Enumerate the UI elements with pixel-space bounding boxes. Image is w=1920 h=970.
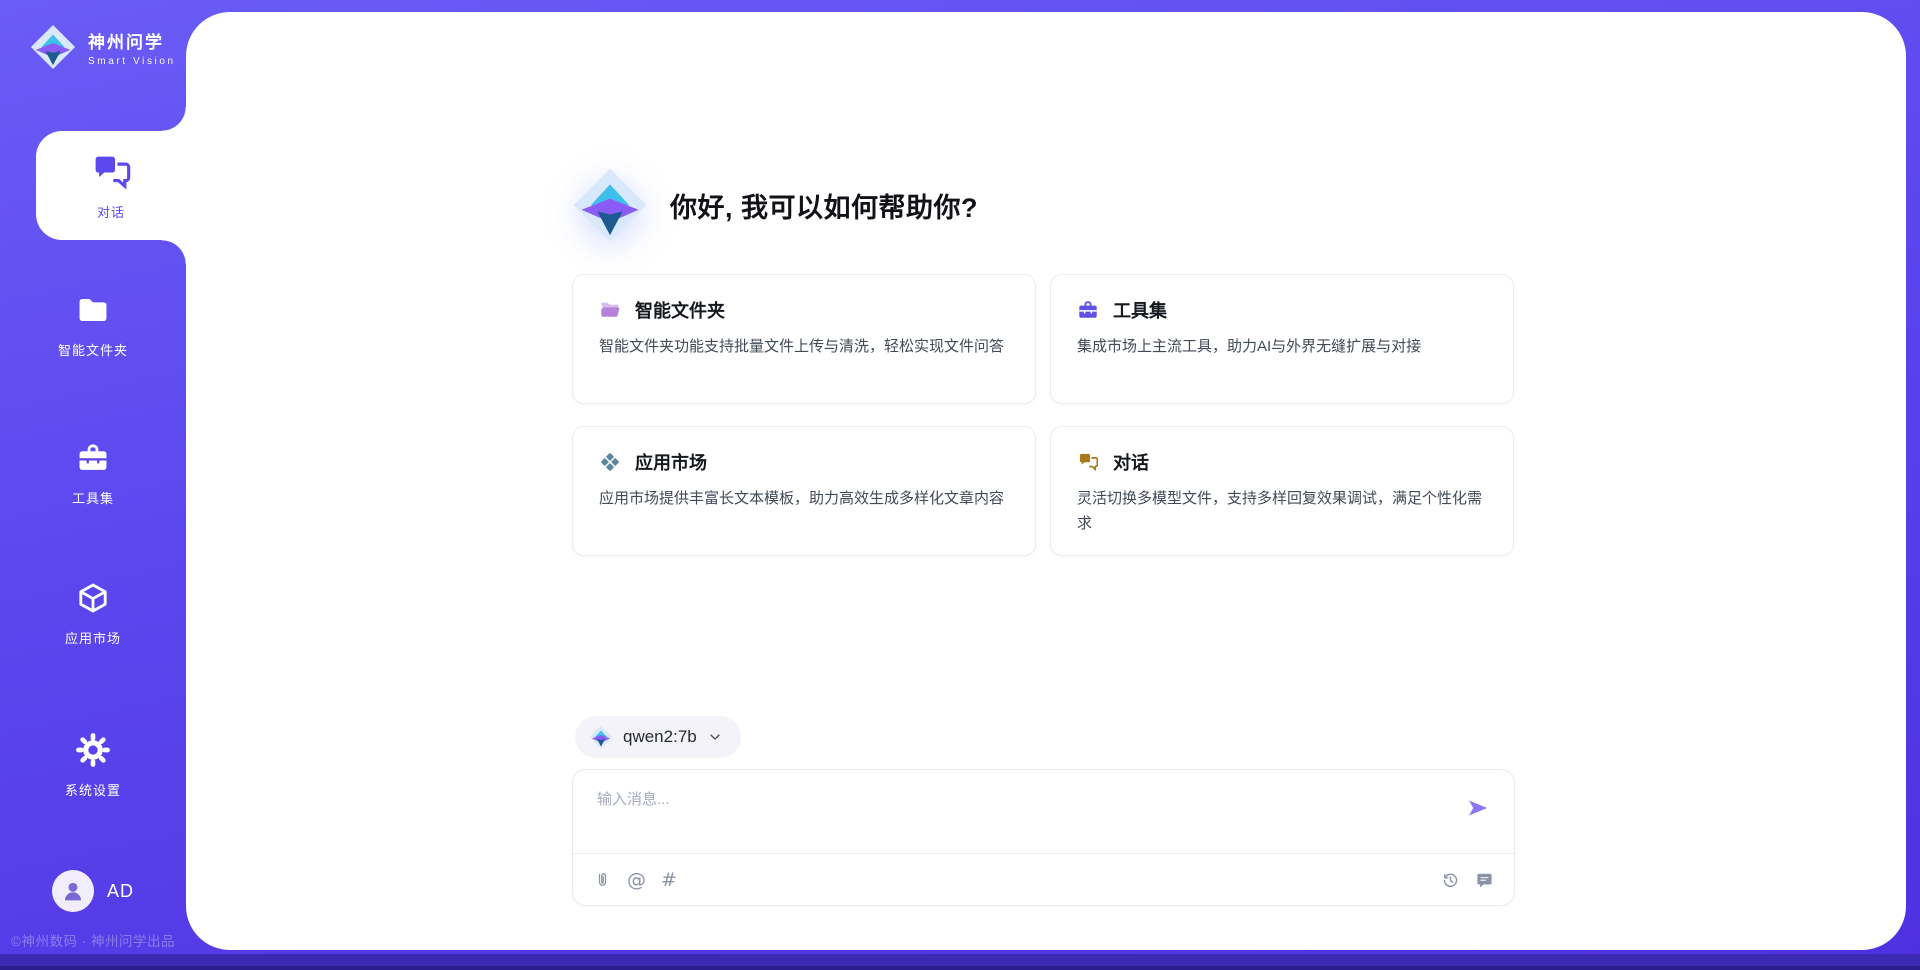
cube-icon (76, 581, 110, 615)
model-selector[interactable]: qwen2:7b (575, 716, 741, 758)
gem-logo-icon (589, 725, 613, 749)
card-description: 应用市场提供丰富长文本模板，助力高效生成多样化文章内容 (599, 486, 1009, 511)
model-name: qwen2:7b (623, 727, 697, 747)
card-title: 智能文件夹 (635, 297, 725, 323)
sidebar-item-settings[interactable]: 系统设置 (0, 733, 186, 799)
greeting-text: 你好, 我可以如何帮助你? (670, 186, 978, 225)
brand-subtitle: Smart Vision (88, 56, 176, 67)
greeting-block: 你好, 我可以如何帮助你? (572, 167, 978, 243)
composer-toolbar: @ # (573, 853, 1514, 906)
card-smart-folder[interactable]: 智能文件夹 智能文件夹功能支持批量文件上传与清洗，轻松实现文件问答 (572, 274, 1036, 404)
sidebar-item-label: 智能文件夹 (58, 340, 128, 359)
feature-cards: 智能文件夹 智能文件夹功能支持批量文件上传与清洗，轻松实现文件问答 工具集 集成… (572, 274, 1514, 556)
user-account[interactable]: AD (0, 870, 186, 912)
card-toolset[interactable]: 工具集 集成市场上主流工具，助力AI与外界无缝扩展与对接 (1050, 274, 1514, 404)
gear-icon (76, 733, 110, 767)
sidebar-item-label: 应用市场 (65, 628, 121, 647)
sidebar-item-label: 对话 (97, 202, 125, 221)
send-icon (1466, 796, 1490, 820)
card-title: 应用市场 (635, 449, 707, 475)
card-description: 灵活切换多模型文件，支持多样回复效果调试，满足个性化需求 (1077, 486, 1487, 536)
brand-name: 神州问学 (88, 28, 176, 53)
message-composer: @ # (572, 769, 1515, 906)
folder-open-icon (599, 299, 621, 321)
tab-fillet-top (162, 107, 186, 131)
history-button[interactable] (1441, 871, 1460, 890)
card-app-market[interactable]: 应用市场 应用市场提供丰富长文本模板，助力高效生成多样化文章内容 (572, 426, 1036, 556)
folder-icon (76, 293, 110, 327)
sidebar-item-chat[interactable]: 对话 (36, 131, 186, 240)
card-title: 对话 (1113, 449, 1149, 475)
mention-button[interactable]: @ (627, 871, 646, 890)
hashtag-button[interactable]: # (661, 871, 677, 890)
card-description: 集成市场上主流工具，助力AI与外界无缝扩展与对接 (1077, 334, 1487, 359)
copyright-text: ©神州数码 · 神州问学出品 (0, 930, 186, 950)
card-chat[interactable]: 对话 灵活切换多模型文件，支持多样回复效果调试，满足个性化需求 (1050, 426, 1514, 556)
history-icon (1441, 871, 1460, 890)
attach-file-button[interactable] (593, 871, 612, 890)
brand: 神州问学 Smart Vision (30, 24, 176, 70)
chevron-down-icon (707, 729, 723, 745)
bottom-bar (0, 954, 1920, 970)
avatar (52, 870, 94, 912)
sidebar-item-app-market[interactable]: 应用市场 (0, 581, 186, 647)
paperclip-icon (593, 871, 612, 890)
message-input[interactable] (573, 770, 1433, 850)
user-initials: AD (107, 881, 134, 902)
chat-icon (90, 151, 132, 193)
sidebar-item-label: 工具集 (72, 488, 114, 507)
card-description: 智能文件夹功能支持批量文件上传与清洗，轻松实现文件问答 (599, 334, 1009, 359)
gem-logo-icon (572, 167, 648, 243)
chat-icon (1077, 451, 1099, 473)
card-title: 工具集 (1113, 297, 1167, 323)
main-content-panel: 你好, 我可以如何帮助你? 智能文件夹 智能文件夹功能支持批量文件上传与清洗，轻… (186, 12, 1906, 950)
toolbox-icon (1077, 299, 1099, 321)
sidebar-item-smart-folder[interactable]: 智能文件夹 (0, 293, 186, 359)
sidebar-item-label: 系统设置 (65, 780, 121, 799)
grid-icon (599, 451, 621, 473)
brand-gem-logo-icon (30, 24, 76, 70)
sidebar: 神州问学 Smart Vision 对话 智能文件夹 工具集 应用市场 系统设置 (0, 0, 186, 970)
toolbox-icon (76, 441, 110, 475)
tab-fillet-bottom (162, 240, 186, 264)
chat-bubble-icon (1475, 871, 1494, 890)
person-icon (60, 878, 86, 904)
sidebar-item-toolset[interactable]: 工具集 (0, 441, 186, 507)
conversation-button[interactable] (1475, 871, 1494, 890)
send-button[interactable] (1466, 794, 1494, 822)
